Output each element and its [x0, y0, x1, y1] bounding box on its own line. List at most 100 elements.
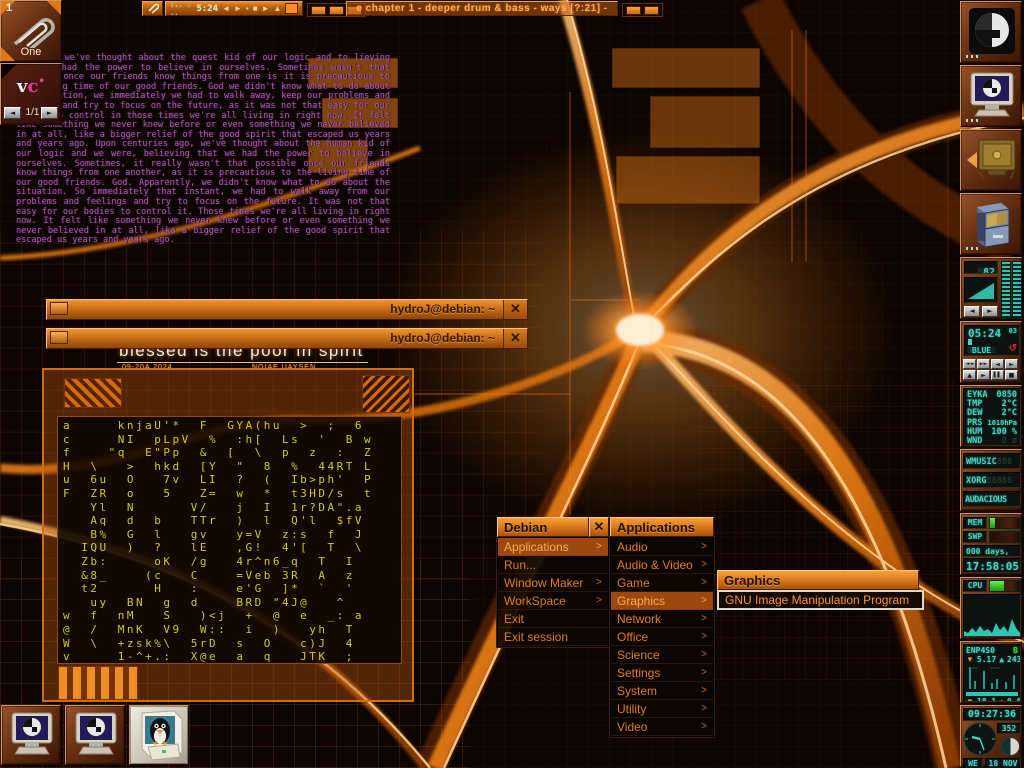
pause-icon[interactable]: ▪: [246, 4, 249, 13]
submenu-arrow-icon: >: [701, 613, 707, 624]
menu-item-run[interactable]: Run...: [498, 556, 608, 574]
status-wmusic: WMUSIC: [966, 457, 997, 467]
dock-tile-status[interactable]: WMUSIC888 XORG88888 AUDACIOUS: [960, 449, 1022, 511]
submenu-arrow-icon: >: [596, 595, 602, 606]
track-title-bar[interactable]: e chapter 1 - deeper drum & bass - ways …: [346, 1, 618, 16]
dock-tile-terminal[interactable]: [960, 65, 1022, 127]
volume-icon: [968, 283, 994, 299]
corner-triangle: [47, 1, 61, 15]
dock-tile-monitor-2[interactable]: [65, 705, 125, 765]
close-icon[interactable]: ✕: [589, 517, 609, 537]
window-buttons-group[interactable]: [622, 3, 663, 17]
mixer-next-button[interactable]: ►: [982, 306, 998, 317]
menu-item-exit-session[interactable]: Exit session: [498, 628, 608, 646]
eject-icon[interactable]: ▲: [273, 4, 281, 13]
prev-track-button[interactable]: ◄◄: [963, 359, 976, 369]
dock-tile-drawer[interactable]: [960, 129, 1022, 191]
topbar-player[interactable]: :.. . .. 5:24 ◄ ► ▪ ■ ► ▲: [165, 1, 303, 16]
close-button[interactable]: ✕: [503, 329, 527, 348]
dock-tile-weather[interactable]: EYKA0850 TMP2°C DEW2°C PRS1010hPa HUM100…: [960, 385, 1022, 447]
dock-tile-cpu[interactable]: CPU: [960, 577, 1022, 639]
dock-tile-sysmon[interactable]: MEM SWP 000 days, 17:58:05: [960, 513, 1022, 575]
menu-title[interactable]: Graphics: [717, 570, 919, 590]
menu-item-audio[interactable]: Audio>: [611, 538, 713, 556]
clip-button[interactable]: [142, 1, 163, 16]
menu-title[interactable]: Debian: [497, 517, 589, 537]
prev-icon[interactable]: ◄: [222, 4, 230, 13]
next-track-button[interactable]: ►►: [977, 359, 990, 369]
next-icon[interactable]: ►: [262, 4, 270, 13]
play-button[interactable]: ►: [977, 370, 990, 380]
window-button[interactable]: [644, 6, 659, 15]
eject-button[interactable]: ▲: [963, 370, 976, 380]
mixer-prev-button[interactable]: ◄: [964, 306, 980, 317]
terminal-titlebar[interactable]: hydroJ@debian: ~ ✕: [46, 299, 528, 320]
window-button[interactable]: [311, 6, 326, 15]
pause-button[interactable]: ▌▌: [991, 370, 1004, 380]
cpu-graph: [964, 595, 1020, 636]
player-time: 5:24: [196, 4, 218, 14]
menu-item-workspace[interactable]: WorkSpace>: [498, 592, 608, 610]
menu-item-system[interactable]: System>: [611, 682, 713, 700]
dock-tile-monitor-1[interactable]: [1, 705, 61, 765]
charmap-row: H \ > hkd [Y " 8 % 44RT L: [63, 460, 396, 474]
graphics-menu: Graphics GNU Image Manipulation Program: [717, 570, 924, 610]
menu-title[interactable]: Applications: [610, 517, 714, 537]
stop-icon[interactable]: ■: [253, 4, 258, 13]
up-arrow-icon: ▲: [999, 697, 1004, 702]
menu-item-applications[interactable]: Applications>: [498, 538, 608, 556]
miniaturize-button[interactable]: [50, 331, 68, 344]
menu-item-utility[interactable]: Utility>: [611, 700, 713, 718]
charmap-row: Zb: oK /g 4r^n6_q T I: [63, 555, 396, 569]
workspace-pager-tile[interactable]: 1 One: [0, 0, 62, 62]
vc-pager-tile[interactable]: vc• ◄ 1/1 ►: [0, 63, 62, 125]
miniaturize-button[interactable]: [50, 302, 68, 315]
menu-item-science[interactable]: Science>: [611, 646, 713, 664]
stop-button[interactable]: ■: [1005, 370, 1018, 380]
charmap-row: f "q E"Pp & [ \ p z : Z: [63, 446, 396, 460]
terminal-icon: [72, 711, 120, 759]
menu-item-label: Game: [617, 576, 701, 590]
menu-item-game[interactable]: Game>: [611, 574, 713, 592]
menu-item-exit[interactable]: Exit: [498, 610, 608, 628]
charmap-row: a knjaU'* F GYA(hu > ; 6: [63, 419, 396, 433]
dock-tile-linux-monitor[interactable]: [129, 705, 189, 765]
forward-button[interactable]: ►: [1005, 359, 1018, 369]
wmaker-logo-icon: [969, 8, 1015, 54]
window-button[interactable]: [329, 6, 344, 15]
terminal-title: hydroJ@debian: ~: [71, 300, 503, 319]
dock-tile-wmaker[interactable]: [960, 1, 1022, 63]
file-cabinet-icon: [967, 199, 1017, 249]
dock-tile-mixer[interactable]: 882 ◄ ►: [960, 257, 1022, 319]
menu-item-settings[interactable]: Settings>: [611, 664, 713, 682]
menu-item-audio-video[interactable]: Audio & Video>: [611, 556, 713, 574]
menu-item-office[interactable]: Office>: [611, 628, 713, 646]
cpu-label: CPU: [968, 581, 982, 590]
diagonal-decoration: [362, 375, 410, 413]
pager-prev-button[interactable]: ◄: [4, 107, 21, 119]
terminal-title: hydroJ@debian: ~: [71, 329, 503, 348]
menu-item-label: System: [617, 684, 701, 698]
menu-item-gimp[interactable]: GNU Image Manipulation Program: [717, 590, 924, 610]
drawer-icon: [977, 138, 1017, 182]
terminal-titlebar[interactable]: hydroJ@debian: ~ ✕: [46, 328, 528, 349]
menu-item-network[interactable]: Network>: [611, 610, 713, 628]
pager-next-button[interactable]: ►: [41, 107, 58, 119]
close-button[interactable]: ✕: [503, 300, 527, 319]
charmap-terminal[interactable]: a knjaU'* F GYA(hu > ; 6c NI pLpV % :h[ …: [57, 416, 402, 664]
menu-item-graphics[interactable]: Graphics>: [611, 592, 713, 610]
volume-ramp[interactable]: [964, 277, 998, 303]
menu-item-label: Window Maker: [504, 576, 596, 590]
dock-tile-filemanager[interactable]: [960, 193, 1022, 255]
dock-tile-network[interactable]: ENP4S0 B ▼5.17 ▲243 ▼18.1 ▲0.00: [960, 641, 1022, 703]
window-button[interactable]: [626, 6, 641, 15]
penguin-icon: [134, 709, 186, 763]
menu-item-video[interactable]: Video>: [611, 718, 713, 736]
dock-tile-player[interactable]: 05:24 03 8BLUE8 ↺ ◄◄ ►► ◄ ► ▲ ► ▌▌ ■: [960, 321, 1022, 383]
desktop: ries ago we've thought about the quest k…: [0, 0, 1024, 768]
dock-tile-clock[interactable]: 09:27:36 352 WE 18 NOV: [960, 705, 1022, 767]
rewind-button[interactable]: ◄: [991, 359, 1004, 369]
play-icon[interactable]: ►: [234, 4, 242, 13]
moon-phase-icon: [1001, 737, 1020, 756]
menu-item-window-maker[interactable]: Window Maker>: [498, 574, 608, 592]
